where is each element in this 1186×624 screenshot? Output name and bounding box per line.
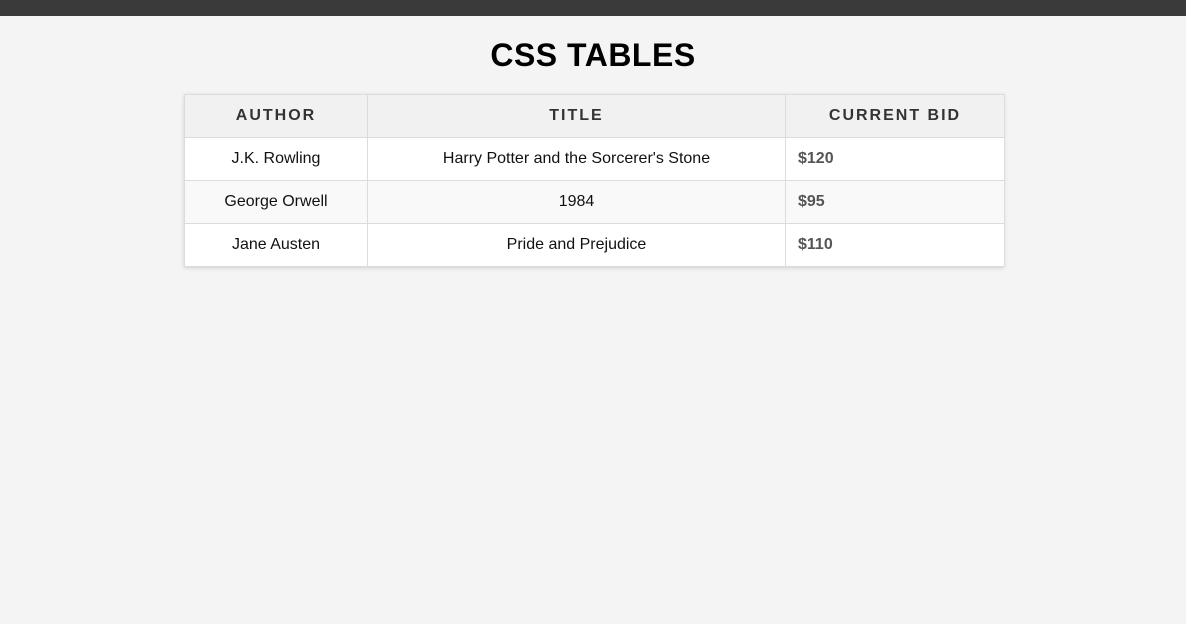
cell-current-bid: $95	[785, 180, 1005, 224]
cell-title: Pride and Prejudice	[367, 223, 786, 267]
cell-author: George Orwell	[184, 180, 368, 224]
auction-table: AUTHOR TITLE CURRENT BID J.K. Rowling Ha…	[184, 94, 1005, 267]
column-header-current-bid: CURRENT BID	[785, 94, 1005, 138]
page-title: CSS TABLES	[490, 37, 696, 73]
column-header-title: TITLE	[367, 94, 786, 138]
table-container: AUTHOR TITLE CURRENT BID J.K. Rowling Ha…	[184, 94, 1005, 267]
top-bar	[0, 0, 1186, 16]
cell-author: Jane Austen	[184, 223, 368, 267]
cell-title: Harry Potter and the Sorcerer's Stone	[367, 137, 786, 181]
cell-current-bid: $110	[785, 223, 1005, 267]
column-header-author: AUTHOR	[184, 94, 368, 138]
cell-current-bid: $120	[785, 137, 1005, 181]
table-row: J.K. Rowling Harry Potter and the Sorcer…	[184, 137, 1005, 181]
table-row: Jane Austen Pride and Prejudice $110	[184, 223, 1005, 267]
table-header-row: AUTHOR TITLE CURRENT BID	[184, 94, 1005, 138]
cell-author: J.K. Rowling	[184, 137, 368, 181]
cell-title: 1984	[367, 180, 786, 224]
table-row: George Orwell 1984 $95	[184, 180, 1005, 224]
